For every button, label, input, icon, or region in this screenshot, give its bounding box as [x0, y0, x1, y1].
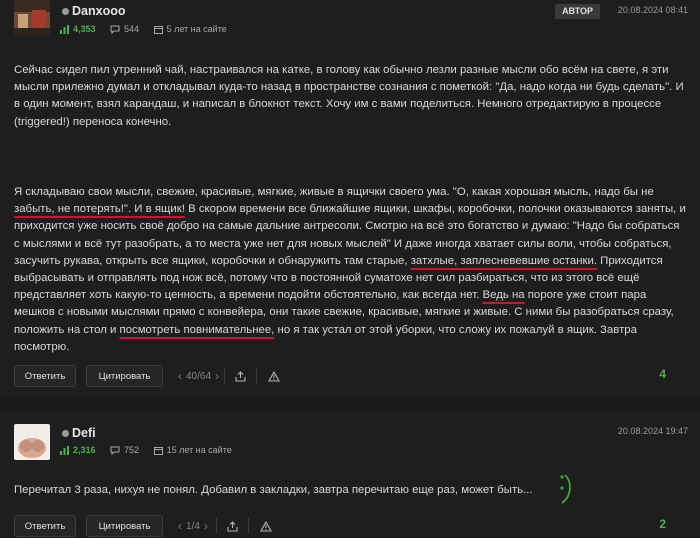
- comment-header: Defi 2,316 752 15 лет на сайте 20.08.202…: [14, 424, 688, 464]
- membership-duration: 15 лет на сайте: [166, 445, 232, 455]
- comment-body: Перечитал 3 раза, нихуя не понял. Добави…: [14, 482, 688, 499]
- share-icon[interactable]: [232, 368, 248, 384]
- comments-count: 544: [124, 24, 140, 34]
- online-status-dot: [62, 430, 69, 437]
- membership-duration: 5 лет на сайте: [166, 24, 227, 34]
- next-arrow-icon[interactable]: ›: [204, 519, 208, 533]
- comments-stat: 544: [110, 24, 139, 34]
- comments-stat: 752: [110, 445, 139, 455]
- thread-pager: ‹ 1/4 ›: [174, 519, 212, 533]
- divider: [256, 368, 257, 384]
- smiley-doodle: [560, 474, 571, 504]
- story-body: Я складываю свои мысли, свежие, красивые…: [14, 184, 688, 356]
- membership-stat: 5 лет на сайте: [153, 24, 227, 34]
- reply-button[interactable]: Ответить: [14, 515, 76, 537]
- comment-icon: [110, 446, 120, 455]
- user-stats: 2,316 752 15 лет на сайте: [60, 445, 244, 457]
- avatar[interactable]: [14, 0, 50, 36]
- reply-button[interactable]: Ответить: [14, 365, 76, 387]
- quote-button[interactable]: Цитировать: [86, 515, 163, 537]
- rating-value: 4,353: [73, 24, 96, 34]
- divider: [224, 368, 225, 384]
- comment-actions: Ответить Цитировать ‹ 40/64 › 4: [14, 365, 688, 387]
- next-arrow-icon[interactable]: ›: [215, 369, 219, 383]
- avatar[interactable]: [14, 424, 50, 460]
- prev-arrow-icon[interactable]: ‹: [178, 369, 182, 383]
- rating-stat: 2,316: [60, 445, 96, 455]
- comments-count: 752: [124, 445, 140, 455]
- username[interactable]: Defi: [72, 426, 96, 440]
- online-status-dot: [62, 8, 69, 15]
- divider: [216, 518, 217, 534]
- rating-chart-icon: [60, 445, 69, 455]
- intro-paragraph: Сейчас сидел пил утренний чай, настраива…: [14, 64, 684, 128]
- pager-value: 40/64: [186, 370, 212, 382]
- calendar-icon: [153, 25, 163, 34]
- timestamp[interactable]: 20.08.2024 19:47: [618, 426, 688, 436]
- comment-header: Danxooo 4,353 544 5 лет на сайте АВТОР 2…: [14, 0, 688, 40]
- timestamp[interactable]: 20.08.2024 08:41: [618, 5, 688, 15]
- calendar-icon: [153, 446, 163, 455]
- share-icon[interactable]: [224, 518, 240, 534]
- underlined-text: Ведь на: [482, 289, 525, 302]
- underlined-text: посмотреть повнимательнее,: [119, 323, 275, 336]
- pager-value: 1/4: [186, 520, 200, 532]
- membership-stat: 15 лет на сайте: [153, 445, 232, 455]
- author-badge: АВТОР: [555, 4, 600, 19]
- quote-button[interactable]: Цитировать: [86, 365, 163, 387]
- story-text: Я складываю свои мысли, свежие, красивые…: [14, 186, 654, 198]
- comment-icon: [110, 25, 120, 34]
- rating-stat: 4,353: [60, 24, 96, 34]
- comment-text: Перечитал 3 раза, нихуя не понял. Добави…: [14, 484, 533, 496]
- divider: [248, 518, 249, 534]
- comment-post: Defi 2,316 752 15 лет на сайте 20.08.202…: [0, 410, 700, 537]
- thread-pager: ‹ 40/64 ›: [174, 369, 223, 383]
- rating-value: 2,316: [73, 445, 96, 455]
- rating-chart-icon: [60, 24, 69, 34]
- comment-score: 4: [659, 367, 666, 381]
- underlined-text: затхлые, заплесневевшие останки.: [410, 254, 597, 267]
- username[interactable]: Danxooo: [72, 4, 125, 18]
- report-warning-icon[interactable]: [258, 518, 274, 534]
- comment-score: 2: [659, 517, 666, 531]
- report-warning-icon[interactable]: [266, 368, 282, 384]
- story-paragraph: Я складываю свои мысли, свежие, красивые…: [14, 184, 688, 356]
- comment-body: Сейчас сидел пил утренний чай, настраива…: [14, 62, 688, 131]
- comment-post-author: Danxooo 4,353 544 5 лет на сайте АВТОР 2…: [0, 0, 700, 395]
- prev-arrow-icon[interactable]: ‹: [178, 519, 182, 533]
- comment-actions: Ответить Цитировать ‹ 1/4 › 2: [14, 515, 688, 537]
- underlined-text: забыть, не потерять!". И в ящик!: [14, 203, 185, 216]
- user-stats: 4,353 544 5 лет на сайте: [60, 24, 239, 36]
